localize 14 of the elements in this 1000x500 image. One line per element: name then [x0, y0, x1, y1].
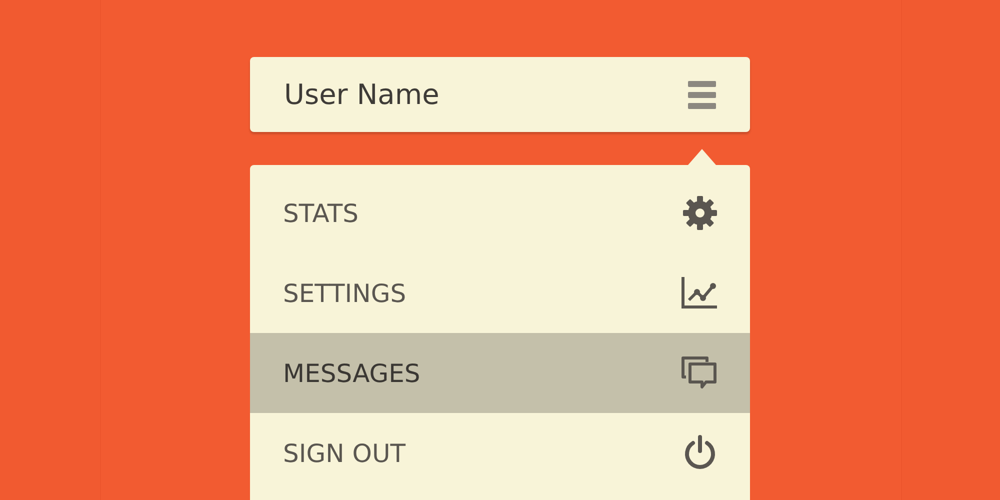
menu-item-label: MESSAGES — [283, 358, 420, 388]
menu-item-label: STATS — [283, 198, 359, 228]
menu-item-label: SIGN OUT — [283, 438, 406, 468]
power-icon — [682, 435, 718, 472]
menu-icon[interactable] — [688, 80, 716, 108]
gear-icon — [682, 195, 718, 232]
menu-item[interactable]: MESSAGES — [250, 333, 750, 414]
chat-bubbles-icon — [680, 355, 718, 392]
menu-item-label: SETTINGS — [283, 278, 406, 308]
menu-item[interactable]: STATS — [250, 173, 750, 254]
user-name: User Name — [284, 78, 440, 111]
menu-item[interactable]: SETTINGS — [250, 253, 750, 334]
chart-icon — [680, 276, 718, 310]
menu-item[interactable]: SIGN OUT — [250, 413, 750, 494]
